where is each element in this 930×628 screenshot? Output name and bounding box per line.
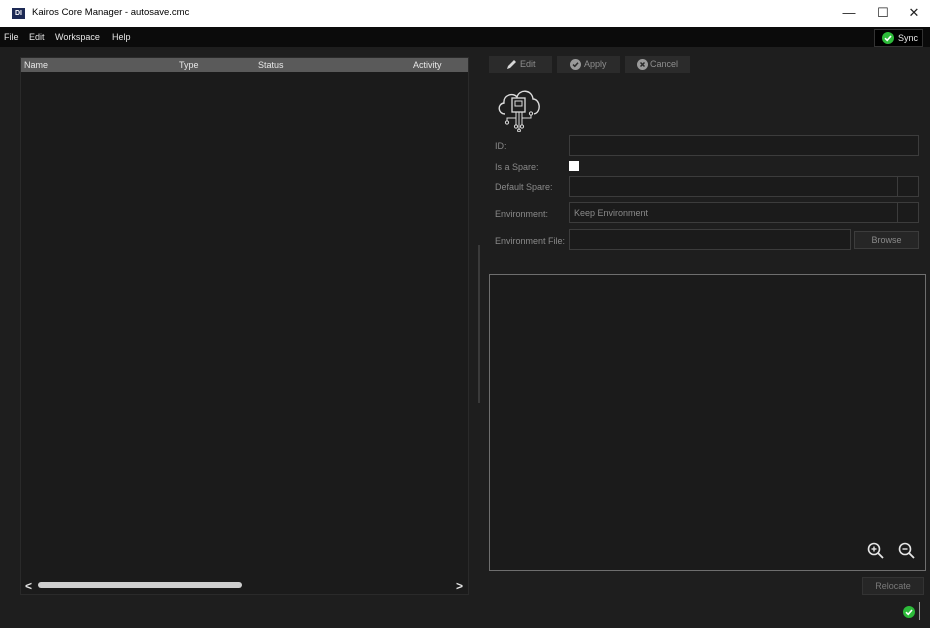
menu-file[interactable]: File bbox=[4, 32, 19, 42]
environment-file-field[interactable] bbox=[569, 229, 851, 250]
default-spare-label: Default Spare: bbox=[495, 182, 553, 192]
column-name[interactable]: Name bbox=[24, 60, 48, 70]
horizontal-scrollbar[interactable]: < > bbox=[21, 578, 468, 594]
cancel-label: Cancel bbox=[650, 59, 679, 69]
window-title: Kairos Core Manager - autosave.cmc bbox=[32, 7, 190, 18]
menu-help[interactable]: Help bbox=[112, 32, 131, 42]
environment-label: Environment: bbox=[495, 209, 549, 219]
pencil-icon bbox=[506, 59, 517, 76]
status-ok-icon bbox=[903, 606, 915, 618]
column-activity[interactable]: Activity bbox=[413, 60, 442, 70]
panel-splitter[interactable] bbox=[478, 245, 480, 403]
id-label: ID: bbox=[495, 141, 507, 151]
id-field[interactable] bbox=[569, 135, 919, 156]
tree-panel[interactable]: Name Type Status Activity < > bbox=[20, 57, 469, 595]
menu-bar: File Edit Workspace Help bbox=[0, 27, 930, 47]
check-circle-icon bbox=[570, 59, 581, 70]
menu-edit[interactable]: Edit bbox=[29, 32, 45, 42]
sync-label: Sync bbox=[898, 33, 919, 43]
menu-workspace[interactable]: Workspace bbox=[55, 32, 100, 42]
x-circle-icon bbox=[637, 59, 648, 70]
maximize-button[interactable]: ☐ bbox=[866, 0, 900, 27]
apply-button[interactable]: Apply bbox=[557, 56, 620, 73]
relocate-button[interactable]: Relocate bbox=[862, 577, 924, 595]
environment-file-label: Environment File: bbox=[495, 236, 566, 246]
is-spare-label: Is a Spare: bbox=[495, 162, 539, 172]
cloud-device-icon bbox=[494, 84, 544, 134]
dropdown-divider bbox=[897, 177, 898, 196]
scroll-right-arrow[interactable]: > bbox=[456, 579, 463, 593]
apply-label: Apply bbox=[584, 59, 607, 69]
default-spare-select[interactable] bbox=[569, 176, 919, 197]
column-header: Name Type Status Activity bbox=[21, 58, 468, 72]
status-divider bbox=[919, 602, 920, 620]
scroll-left-arrow[interactable]: < bbox=[25, 579, 32, 593]
title-bar: DI Kairos Core Manager - autosave.cmc — … bbox=[0, 0, 930, 27]
edit-label: Edit bbox=[520, 59, 536, 69]
is-spare-checkbox[interactable] bbox=[569, 161, 579, 171]
scroll-thumb[interactable] bbox=[38, 582, 242, 588]
zoom-in-icon[interactable] bbox=[866, 541, 886, 561]
sync-button[interactable]: Sync bbox=[874, 29, 923, 47]
minimize-button[interactable]: — bbox=[832, 0, 866, 27]
column-type[interactable]: Type bbox=[179, 60, 199, 70]
column-status[interactable]: Status bbox=[258, 60, 284, 70]
environment-value: Keep Environment bbox=[574, 208, 649, 218]
dropdown-divider bbox=[897, 203, 898, 222]
zoom-out-icon[interactable] bbox=[897, 541, 917, 561]
edit-button[interactable]: Edit bbox=[489, 56, 552, 73]
environment-select[interactable]: Keep Environment bbox=[569, 202, 919, 223]
browse-button[interactable]: Browse bbox=[854, 231, 919, 249]
close-button[interactable]: ✕ bbox=[897, 0, 930, 27]
cancel-button[interactable]: Cancel bbox=[625, 56, 690, 73]
app-icon: DI bbox=[12, 8, 25, 19]
layout-viewer[interactable] bbox=[489, 274, 926, 571]
sync-check-icon bbox=[882, 32, 894, 44]
